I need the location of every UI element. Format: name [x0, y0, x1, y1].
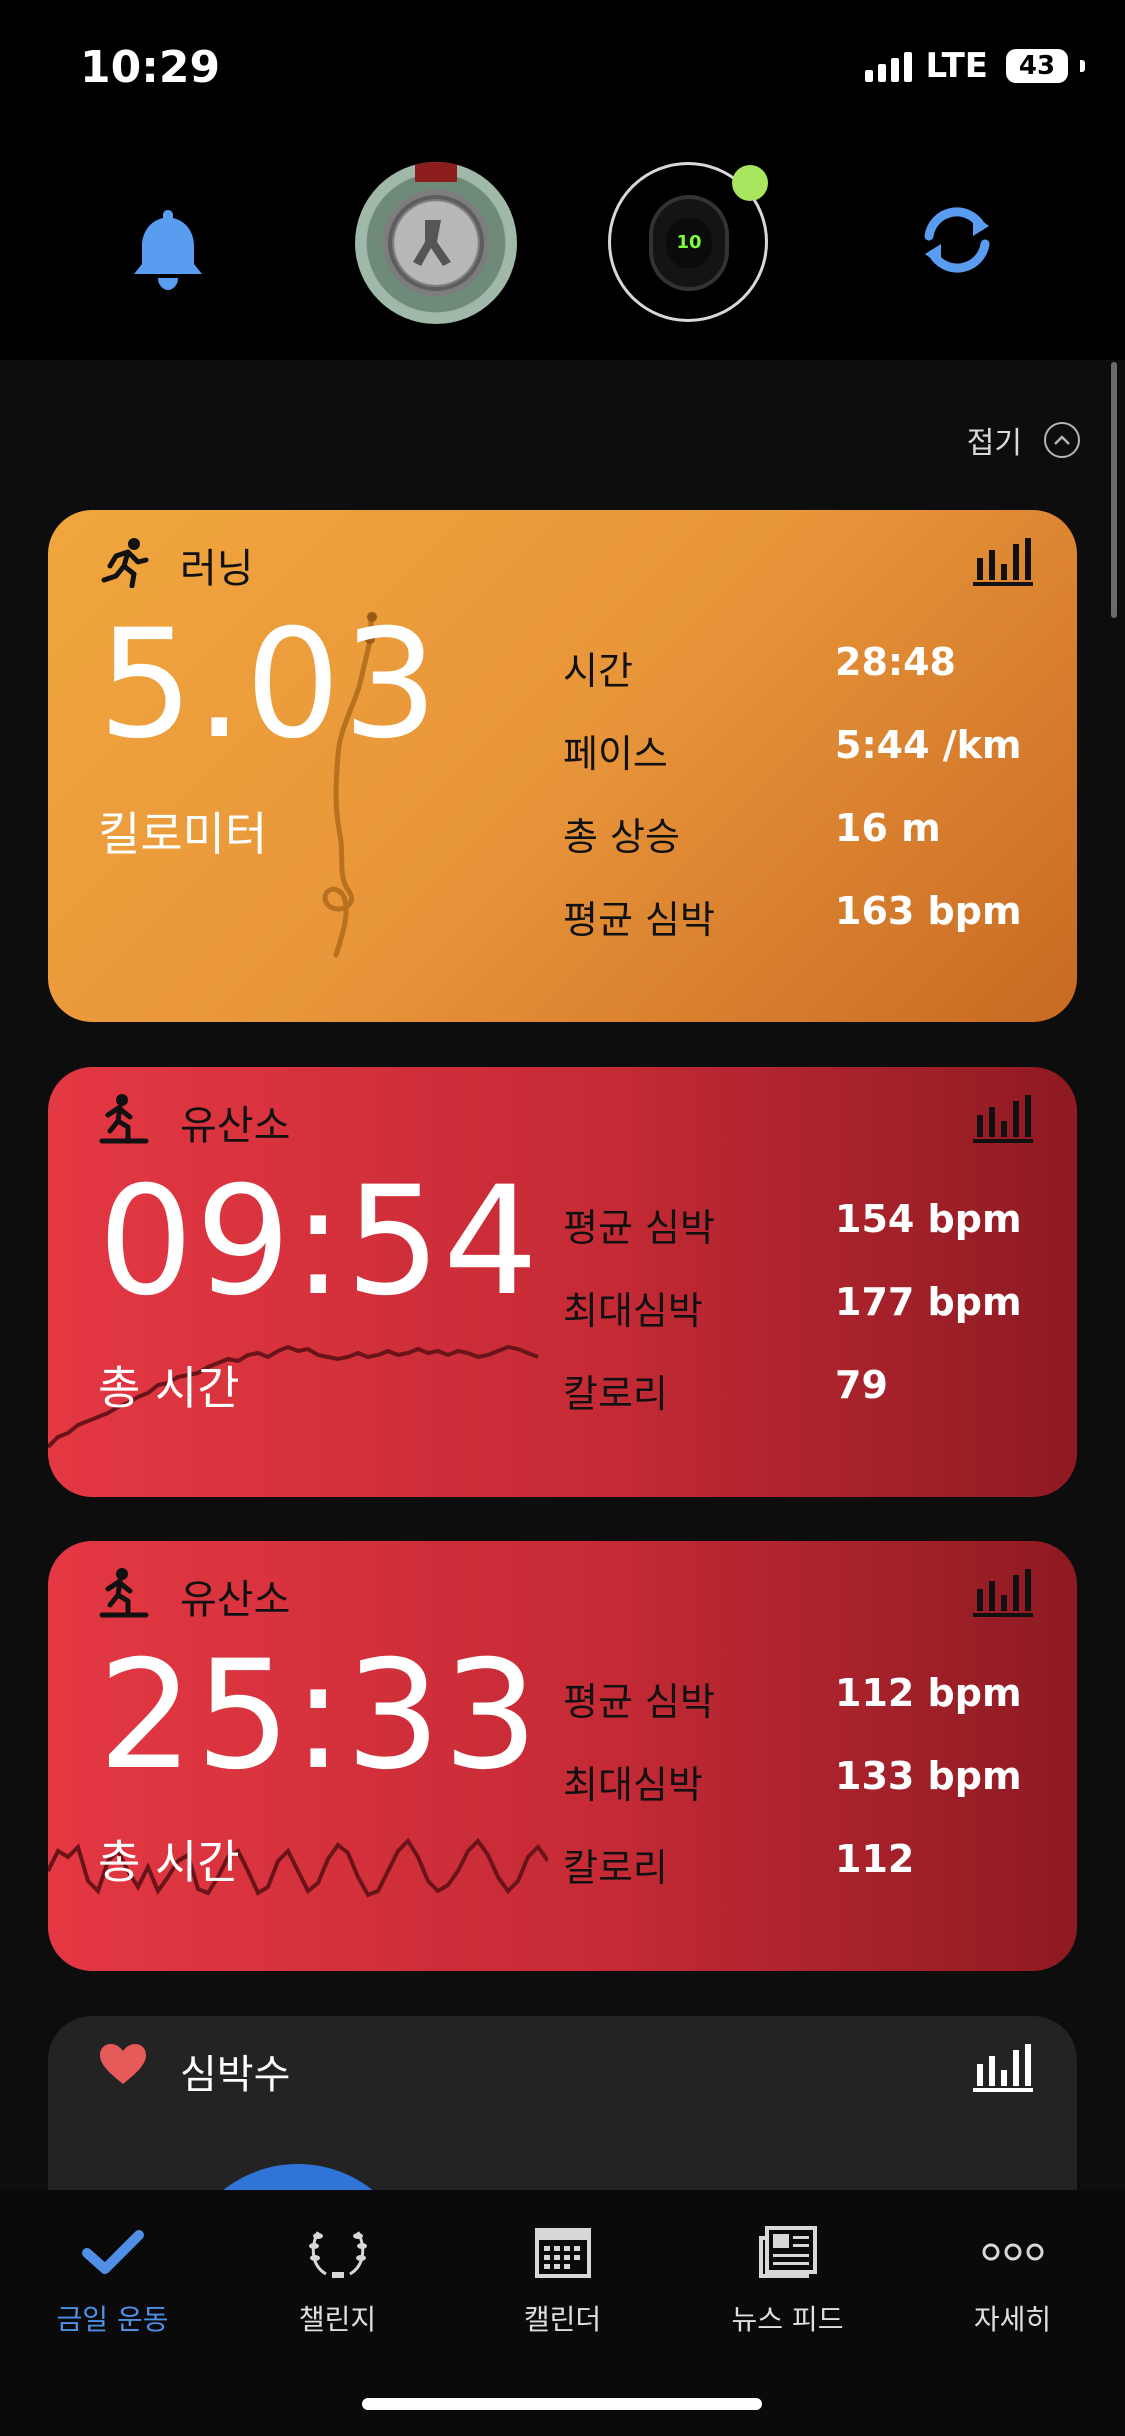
laurel-icon — [225, 2218, 450, 2286]
tab-label: 자세히 — [973, 2303, 1052, 2336]
network-label: LTE — [925, 46, 988, 86]
stat-value: 28:48 — [835, 640, 956, 684]
home-indicator[interactable] — [362, 2398, 762, 2410]
stat-value: 5:44 /km — [835, 723, 1022, 767]
battery-icon: 43 — [1006, 49, 1068, 83]
profile-avatar[interactable] — [355, 162, 517, 324]
tab-label: 뉴스 피드 — [731, 2303, 844, 2336]
stat-label: 최대심박 — [563, 1289, 703, 1333]
collapse-button[interactable]: 접기 — [967, 418, 1080, 462]
distance-unit: 킬로미터 — [98, 807, 268, 861]
distance-value: 5.03 — [98, 598, 440, 772]
status-time: 10:29 — [80, 42, 221, 93]
tab-calendar[interactable]: 캘린더 — [450, 2218, 675, 2338]
duration-unit: 총 시간 — [98, 1361, 240, 1415]
tab-label: 캘린더 — [523, 2303, 602, 2336]
stat-label: 최대심박 — [563, 1763, 703, 1807]
tab-news-feed[interactable]: 뉴스 피드 — [675, 2218, 900, 2338]
stat-label: 평균 심박 — [563, 1206, 715, 1250]
stat-value: 133 bpm — [835, 1754, 1022, 1798]
stat-label: 시간 — [563, 649, 633, 693]
heart-icon — [98, 2042, 148, 2090]
cardio-card[interactable]: 유산소 09:54 총 시간 평균 심박 154 bpm 최대심박 177 bp… — [48, 1067, 1077, 1497]
sync-icon[interactable] — [915, 202, 999, 282]
stat-label: 총 상승 — [563, 815, 680, 859]
stat-value: 112 — [835, 1837, 915, 1881]
collapse-label: 접기 — [966, 426, 1022, 461]
top-bar: 10 — [0, 140, 1125, 360]
scrollbar[interactable] — [1111, 362, 1117, 618]
running-icon — [98, 536, 150, 592]
stat-label: 평균 심박 — [563, 898, 715, 942]
card-title: 러닝 — [180, 546, 254, 592]
duration-value: 09:54 — [98, 1155, 541, 1329]
stat-label: 페이스 — [563, 732, 668, 776]
heart-rate-gauge — [178, 2164, 418, 2190]
running-card[interactable]: 러닝 5.03 킬로미터 시간 28:48 페이스 5:44 /km 총 상승 … — [48, 510, 1077, 1022]
stat-value: 154 bpm — [835, 1197, 1022, 1241]
bar-chart-icon[interactable] — [973, 1093, 1033, 1149]
tab-label: 챌린지 — [298, 2303, 377, 2336]
card-title: 유산소 — [180, 1103, 291, 1149]
tab-label: 금일 운동 — [56, 2303, 169, 2336]
duration-unit: 총 시간 — [98, 1835, 240, 1889]
status-bar: 10:29 LTE 43 — [0, 0, 1125, 140]
tab-today[interactable]: 금일 운동 — [0, 2218, 225, 2338]
tab-challenges[interactable]: 챌린지 — [225, 2218, 450, 2338]
watch-icon: 10 — [649, 195, 729, 291]
watch-screen: 10 — [666, 218, 712, 268]
news-icon — [675, 2218, 900, 2286]
calendar-icon — [450, 2218, 675, 2286]
cardio-icon — [98, 1567, 150, 1623]
watch-display: 10 — [676, 232, 702, 253]
stat-value: 177 bpm — [835, 1280, 1022, 1324]
card-title: 심박수 — [180, 2052, 291, 2098]
battery-level: 43 — [1018, 51, 1056, 81]
activity-feed[interactable]: 접기 러닝 5.03 킬로미터 시간 28:48 페이스 5:44 /km 총 … — [0, 360, 1125, 2190]
duration-value: 25:33 — [98, 1629, 541, 1803]
stat-value: 163 bpm — [835, 889, 1022, 933]
bar-chart-icon[interactable] — [973, 1567, 1033, 1623]
stat-label: 평균 심박 — [563, 1680, 715, 1724]
bar-chart-icon[interactable] — [973, 536, 1033, 592]
stat-label: 칼로리 — [563, 1846, 668, 1890]
signal-icon — [864, 50, 912, 82]
device-connected-dot — [732, 165, 768, 201]
stat-value: 112 bpm — [835, 1671, 1022, 1715]
battery-tip — [1080, 60, 1085, 72]
stat-value: 16 m — [835, 806, 941, 850]
chevron-up-icon — [1044, 422, 1080, 458]
tab-more[interactable]: 자세히 — [900, 2218, 1125, 2338]
card-title: 유산소 — [180, 1577, 291, 1623]
bell-icon[interactable] — [128, 206, 208, 296]
check-icon — [0, 2218, 225, 2286]
stat-label: 칼로리 — [563, 1372, 668, 1416]
heart-rate-card[interactable]: 심박수 — [48, 2016, 1077, 2190]
cardio-icon — [98, 1093, 150, 1149]
bar-chart-icon[interactable] — [973, 2042, 1033, 2098]
cardio-card[interactable]: 유산소 25:33 총 시간 평균 심박 112 bpm 최대심박 133 bp… — [48, 1541, 1077, 1971]
status-indicators: LTE 43 — [864, 46, 1085, 86]
stat-value: 79 — [835, 1363, 888, 1407]
more-icon — [900, 2218, 1125, 2286]
